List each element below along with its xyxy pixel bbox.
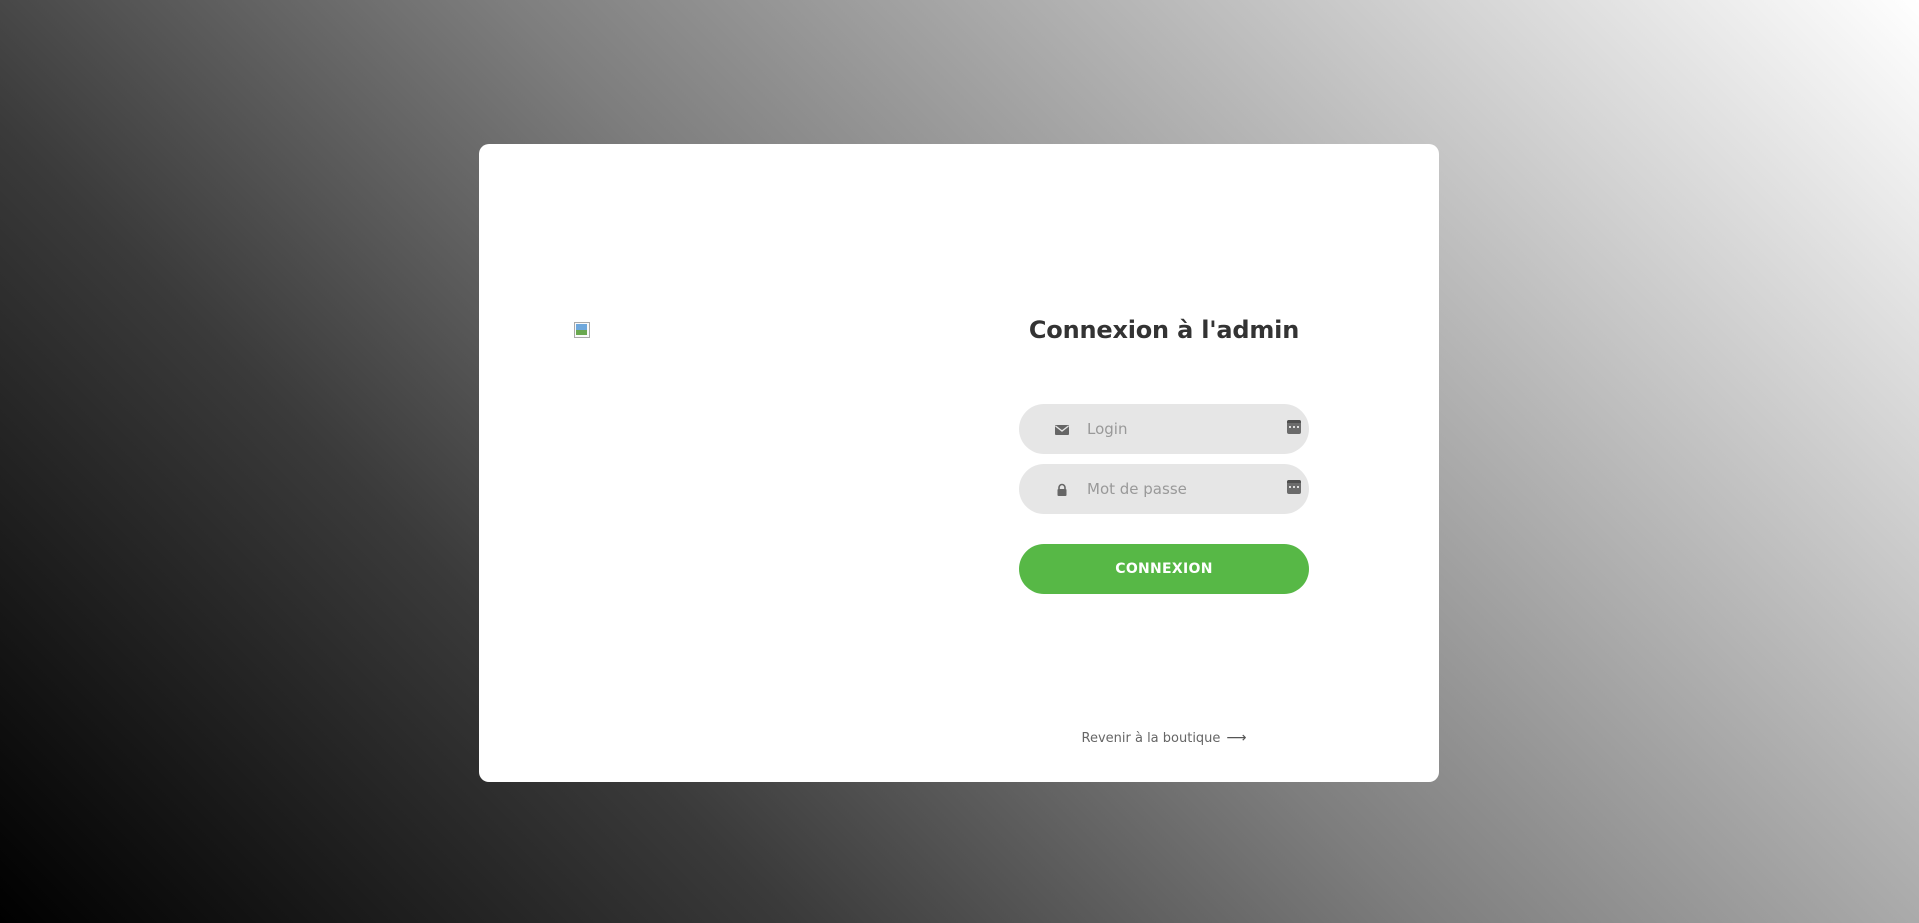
- password-field[interactable]: [1019, 464, 1309, 514]
- back-to-shop-link[interactable]: Revenir à la boutique ⟶: [1019, 730, 1309, 746]
- login-field[interactable]: [1019, 404, 1309, 454]
- broken-image-icon: [574, 322, 590, 338]
- login-form: Connexion à l'admin Login CONNEXION Reve…: [1019, 144, 1309, 782]
- lock-icon: [1054, 482, 1070, 496]
- login-input[interactable]: [1087, 404, 1267, 454]
- login-card: Connexion à l'admin Login CONNEXION Reve…: [479, 144, 1439, 782]
- arrow-right-icon: ⟶: [1226, 730, 1247, 746]
- password-manager-icon[interactable]: [1287, 480, 1301, 494]
- envelope-icon: [1054, 422, 1070, 436]
- password-input[interactable]: [1087, 464, 1267, 514]
- password-manager-icon[interactable]: [1287, 420, 1301, 434]
- connexion-button[interactable]: CONNEXION: [1019, 544, 1309, 594]
- back-link-label: Revenir à la boutique: [1081, 731, 1221, 746]
- page-title: Connexion à l'admin: [1028, 316, 1300, 344]
